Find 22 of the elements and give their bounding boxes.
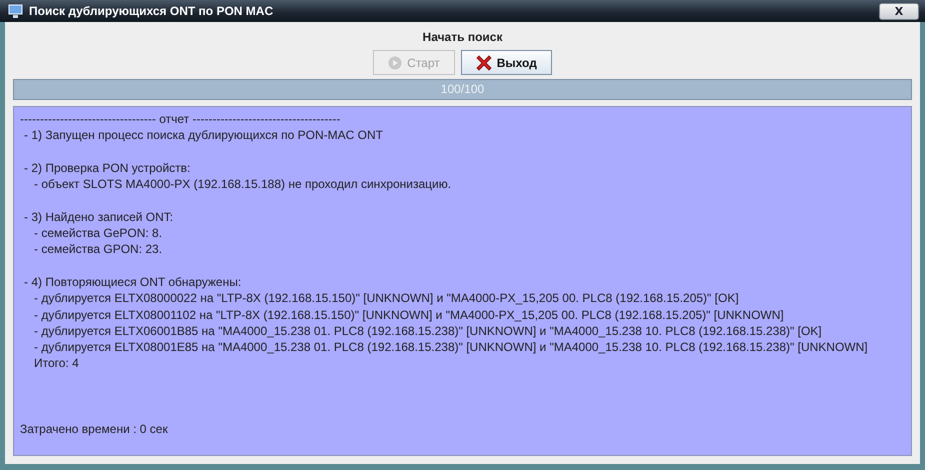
report-line: Итого: 4 <box>33 355 80 372</box>
window-app-icon <box>8 4 23 18</box>
exit-button[interactable]: Выход <box>460 50 552 75</box>
report-line: - 2) Проверка PON устройств: <box>23 160 192 176</box>
report-line: - дублируется ELTX08001102 на "LTP-8X (192.168.15.150)" [UNKNOWN] и "MA4000-PX_15,205 00. PLC8 (192.168.15.205)" [UNKNOWN] <box>33 306 785 323</box>
report-line: - дублируется ELTX06001B85 на "MA4000_15.238 01. PLC8 (192.168.15.238)" [UNKNOWN] и "MA4000_15.238 10. PLC8 (192.168.15.238)" [OK] <box>33 322 823 340</box>
report-line: - 1) Запущен процесс поиска дублирующихся по PON-MAC ONT <box>23 127 384 144</box>
report-line: - дублируется ELTX08000022 на "LTP-8X (192.168.15.150)" [UNKNOWN] и "MA4000-PX_15,205 00. PLC8 (192.168.15.205)" [OK] <box>33 290 740 307</box>
close-icon <box>476 54 492 70</box>
window-title: Поиск дублирующихся ONT по PON MAC <box>29 4 274 18</box>
report-title: ---------------------------------- отчет ------------------------------------- <box>20 111 342 128</box>
report-line: - дублируется ELTX08001E85 на "MA4000_15.238 01. PLC8 (192.168.15.238)" [UNKNOWN] и "MA4000_15.238 10. PLC8 (192.168.15.238)" [UNKNOWN] <box>33 339 869 356</box>
report-line: - 4) Повторяющиеся ONT обнаружены: <box>23 274 242 290</box>
report-line: - семейства GPON: 23. <box>33 241 164 258</box>
progress-text: 100/100 <box>440 82 484 96</box>
play-icon <box>388 56 402 70</box>
close-button[interactable]: X <box>879 2 919 20</box>
report-line: - объект SLOTS MA4000-PX (192.168.15.188) не проходил синхронизацию. <box>33 176 452 192</box>
report-line: - семейства GePON: 8. <box>33 225 164 242</box>
search-heading: Начать поиск <box>422 30 504 44</box>
elapsed-time: Затрачено времени : 0 сек <box>20 420 169 437</box>
report-line: - 3) Найдено записей ONT: <box>23 208 174 226</box>
